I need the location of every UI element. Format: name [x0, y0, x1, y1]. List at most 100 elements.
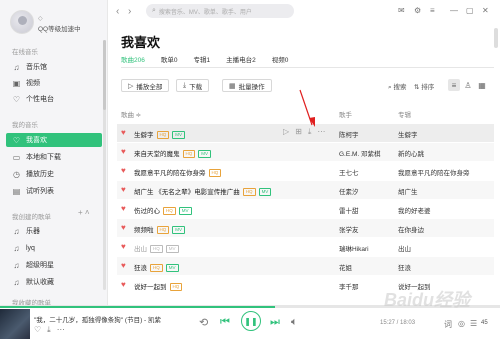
pause-button[interactable]: ❚❚ [241, 311, 261, 331]
liked-heart-icon[interactable]: ♥ [121, 128, 126, 137]
song-title[interactable]: 我愿意平凡的陪在你身旁 HQ [134, 167, 222, 177]
back-button[interactable]: ‹ [116, 6, 119, 17]
add-to-icon[interactable]: ⊞ [295, 127, 302, 137]
liked-heart-icon[interactable]: ♥ [121, 166, 126, 175]
mv-badge[interactable]: MV [165, 264, 179, 272]
sidebar-item-music-hall[interactable]: ♫ 音乐馆 [6, 60, 102, 74]
volume-icon[interactable]: 🔈︎ [291, 316, 298, 329]
table-row[interactable]: ♥ 伤过的心 HQ MV 雷十甜 我的好老婆 [117, 200, 494, 218]
tab-albums[interactable]: 专辑1 [193, 54, 210, 68]
liked-heart-icon[interactable]: ♥ [121, 280, 126, 289]
download-icon[interactable]: ⤓ [308, 127, 312, 137]
song-album[interactable]: 胡广生 [398, 186, 418, 196]
table-row[interactable]: ♥ 胡广生 《无名之辈》电影宣传推广曲 HQ MV 任素汐 胡广生 [117, 181, 494, 199]
song-title[interactable]: 生僻字 HQ MV [134, 129, 185, 139]
song-album[interactable]: 我的好老婆 [398, 205, 431, 215]
song-artist[interactable]: 花姐 [339, 262, 352, 272]
settings-icon[interactable]: ⚙ [414, 6, 421, 15]
user-name[interactable]: QQ等级加速中 [38, 23, 81, 33]
sidebar-item-video[interactable]: ▣ 视频 [6, 76, 102, 90]
mv-badge[interactable]: MV [258, 188, 272, 196]
song-artist[interactable]: 任素汐 [339, 186, 359, 196]
mv-badge[interactable]: MV [172, 226, 185, 234]
search-songs-button[interactable]: ⌕ 搜索 [388, 81, 406, 92]
song-artist[interactable]: 陈柯宇 [339, 129, 359, 139]
song-title[interactable]: 狂浪 HQ MV [134, 262, 179, 272]
lyrics-icon[interactable]: 词 [444, 319, 452, 330]
playlist-queue-icon[interactable]: ☰ [470, 319, 477, 328]
artist-view-icon[interactable]: ♙ [462, 79, 474, 91]
sort-button[interactable]: ⇅ 排序 [414, 81, 434, 91]
next-button[interactable]: ⏭ [270, 316, 280, 329]
column-song[interactable]: 歌曲 ≑ [121, 109, 141, 119]
forward-button[interactable]: › [128, 6, 131, 17]
sidebar-item-playlist[interactable]: ♫ 超级明星 [6, 258, 102, 272]
liked-heart-icon[interactable]: ♥ [121, 261, 126, 270]
column-album[interactable]: 专辑 [398, 109, 411, 119]
download-icon[interactable]: ⤓ [47, 325, 51, 335]
mv-badge[interactable]: MV [198, 150, 211, 158]
album-cover[interactable] [0, 309, 30, 339]
table-row[interactable]: ♥ 说好一起到 HQ 李千那 说好一起到 [117, 276, 494, 294]
song-title[interactable]: 胡广生 《无名之辈》电影宣传推广曲 HQ MV [134, 186, 272, 196]
sidebar-item-playlist[interactable]: ♫ 默认收藏 [6, 275, 102, 289]
liked-heart-icon[interactable]: ♥ [121, 185, 126, 194]
play-all-button[interactable]: ▷ 播放全部 [121, 79, 170, 92]
song-artist[interactable]: G.E.M. 邓紫棋 [339, 148, 381, 158]
column-artist[interactable]: 歌手 [339, 109, 352, 119]
song-album[interactable]: 狂浪 [398, 262, 411, 272]
now-playing-title[interactable]: "我，二十几岁，孤独得像条狗" (节目) - 凯紫 [34, 314, 161, 324]
liked-heart-icon[interactable]: ♥ [121, 223, 126, 232]
table-row[interactable]: ♥ 生僻字 HQ MV ▷ ⊞ ⤓ ⋯ 陈柯宇 生僻字 [117, 124, 494, 142]
sidebar-item-history[interactable]: ◷ 播放历史 [6, 167, 102, 181]
previous-button[interactable]: ⏮ [220, 316, 230, 329]
song-album[interactable]: 新的心跳 [398, 148, 424, 158]
song-album[interactable]: 说好一起到 [398, 281, 431, 291]
table-row[interactable]: ♥ 出山 HQ MV 瑞琳Hikari 出山 [117, 238, 494, 256]
sidebar-item-favorites[interactable]: ♡ 我喜欢 [6, 133, 102, 147]
liked-heart-icon[interactable]: ♥ [121, 204, 126, 213]
like-icon[interactable]: ♡ [34, 325, 41, 335]
sidebar-item-playlist[interactable]: ♫ lyq [6, 241, 102, 255]
song-artist[interactable]: 瑞琳Hikari [339, 243, 369, 253]
tab-radio[interactable]: 主播电台2 [226, 54, 256, 68]
progress-bar[interactable] [0, 306, 500, 308]
liked-heart-icon[interactable]: ♥ [121, 242, 126, 251]
mv-badge[interactable]: MV [178, 207, 192, 215]
minimize-icon[interactable]: — [450, 6, 458, 15]
tab-videos[interactable]: 视频0 [272, 54, 289, 68]
song-artist[interactable]: 雷十甜 [339, 205, 359, 215]
song-title[interactable]: 伤过的心 HQ MV [134, 205, 192, 215]
loop-icon[interactable]: ⟲ [199, 316, 208, 329]
sidebar-scrollbar[interactable] [103, 40, 106, 290]
menu-icon[interactable]: ≡ [430, 6, 435, 15]
add-playlist-icon[interactable]: + ˄ [78, 208, 90, 217]
sidebar-item-playlist[interactable]: ♫ 乐器 [6, 224, 102, 238]
sidebar-item-trial-list[interactable]: ▤ 试听列表 [6, 184, 102, 198]
song-artist[interactable]: 李千那 [339, 281, 359, 291]
mv-badge[interactable]: MV [172, 131, 185, 139]
more-icon[interactable]: ⋯ [57, 325, 65, 335]
batch-button[interactable]: ▦ 批量操作 [222, 79, 272, 92]
search-input[interactable]: ⌕ 搜索音乐、MV、歌单、歌手、用户 [146, 4, 294, 18]
tab-playlists[interactable]: 歌单0 [161, 54, 178, 68]
song-title[interactable]: 说好一起到 HQ [134, 281, 183, 291]
avatar[interactable] [10, 10, 34, 34]
mv-badge[interactable]: MV [165, 245, 179, 253]
song-album[interactable]: 生僻字 [398, 129, 418, 139]
download-button[interactable]: ⤓ 下载 [176, 79, 210, 92]
sidebar-item-local-download[interactable]: ▭ 本地和下载 [6, 150, 102, 164]
user-profile[interactable]: ◇ QQ等级加速中 [10, 8, 105, 36]
table-row[interactable]: ♥ 来自天堂的魔鬼 HQ MV G.E.M. 邓紫棋 新的心跳 [117, 143, 494, 161]
list-view-icon[interactable]: ≡ [448, 79, 460, 91]
main-scrollbar[interactable] [494, 28, 498, 313]
table-row[interactable]: ♥ 频频啦 HQ MV 张学友 在你身边 [117, 219, 494, 237]
album-view-icon[interactable]: ▦ [476, 79, 488, 91]
song-artist[interactable]: 张学友 [339, 224, 359, 234]
song-album[interactable]: 我愿意平凡的陪在你身旁 [398, 167, 470, 177]
song-album[interactable]: 在你身边 [398, 224, 424, 234]
close-icon[interactable]: ✕ [482, 6, 489, 15]
song-title[interactable]: 出山 HQ MV [134, 243, 179, 253]
table-row[interactable]: ♥ 我愿意平凡的陪在你身旁 HQ 王七七 我愿意平凡的陪在你身旁 [117, 162, 494, 180]
tab-songs[interactable]: 歌曲206 [121, 54, 145, 68]
